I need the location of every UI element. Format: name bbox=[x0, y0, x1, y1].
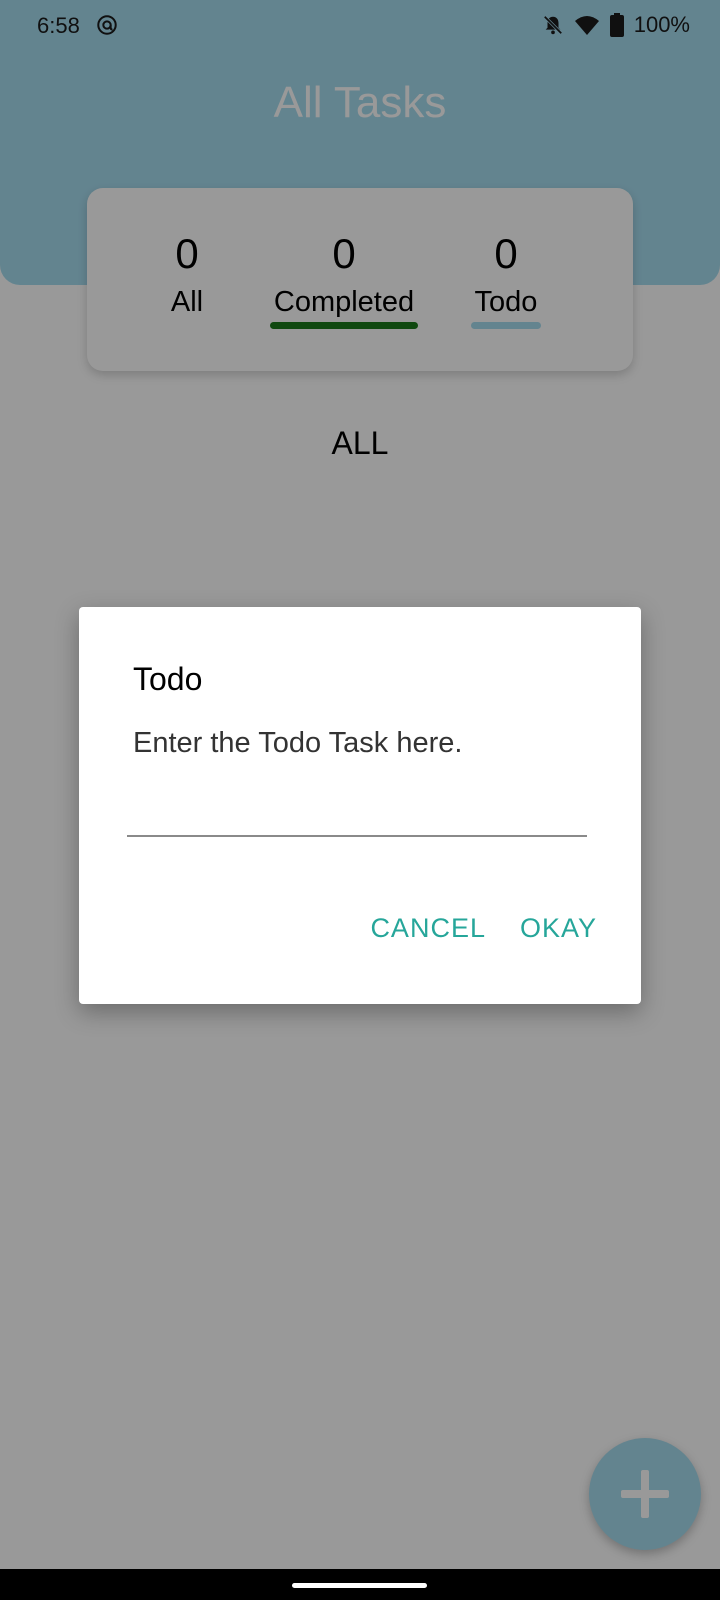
bell-off-icon bbox=[543, 15, 563, 35]
home-gesture-handle[interactable] bbox=[292, 1583, 427, 1588]
wifi-icon bbox=[574, 16, 599, 35]
dialog-title: Todo bbox=[133, 661, 203, 697]
battery-percentage: 100% bbox=[633, 12, 690, 37]
dialog-message: Enter the Todo Task here. bbox=[133, 727, 463, 759]
dialog-actions: CANCEL OKAY bbox=[368, 907, 599, 950]
okay-button[interactable]: OKAY bbox=[518, 907, 599, 950]
todo-dialog: Todo Enter the Todo Task here. CANCEL OK… bbox=[79, 607, 641, 1004]
cancel-button[interactable]: CANCEL bbox=[368, 907, 488, 950]
at-sign-icon bbox=[97, 15, 117, 35]
status-bar: 6:58 100% bbox=[0, 0, 720, 54]
todo-task-input[interactable] bbox=[127, 787, 587, 837]
status-time: 6:58 bbox=[37, 13, 80, 38]
status-icons: 100% bbox=[542, 12, 690, 38]
navigation-bar bbox=[0, 1569, 720, 1600]
battery-icon bbox=[609, 13, 624, 37]
